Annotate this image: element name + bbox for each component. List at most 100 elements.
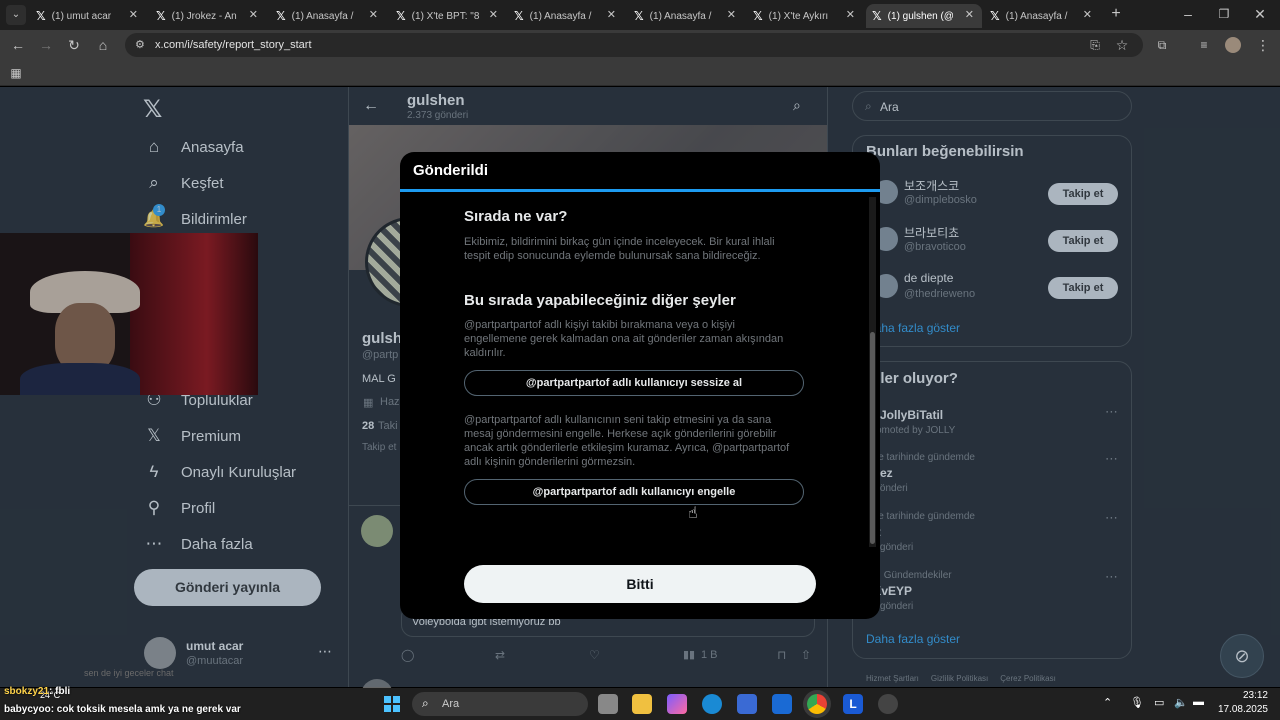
site-info-icon[interactable]: ⚙: [135, 33, 145, 57]
browser-tab[interactable]: 𝕏 (1) X'te BPT: "8 ✕: [390, 4, 506, 28]
x-favicon-icon: 𝕏: [156, 9, 166, 23]
dialog-title: Gönderildi: [413, 162, 488, 179]
battery-icon[interactable]: ▬: [1193, 696, 1204, 708]
mic-icon[interactable]: 🎙: [1130, 696, 1144, 709]
tab-close-icon[interactable]: ✕: [1083, 8, 1092, 21]
chat-line-2-text: : fbli: [49, 686, 71, 697]
menu-icon[interactable]: ⋮: [1253, 35, 1273, 55]
media-icon[interactable]: ≡: [1194, 35, 1214, 55]
bookmarks-bar: ▦: [0, 60, 1280, 86]
taskbar-search-placeholder: Ara: [442, 698, 460, 710]
minimize-icon[interactable]: –: [1178, 4, 1198, 24]
new-tab-icon[interactable]: +: [1106, 4, 1126, 24]
chrome-icon[interactable]: [807, 694, 827, 714]
taskbar-search-icon: ⌕: [422, 696, 429, 710]
browser-tab[interactable]: 𝕏 (1) Jrokez - An ✕: [150, 4, 266, 28]
webcam-overlay: [0, 233, 258, 395]
reload-icon[interactable]: ↻: [64, 35, 84, 55]
url-text: x.com/i/safety/report_story_start: [155, 39, 312, 51]
block-description: @partpartpartof adlı kullanıcının seni t…: [464, 414, 790, 468]
tab-close-icon[interactable]: ✕: [727, 8, 736, 21]
restore-icon[interactable]: ❐: [1214, 4, 1234, 24]
network-icon[interactable]: ▭: [1154, 696, 1164, 709]
tab-label: (1) Anasayfa /: [291, 10, 354, 22]
tray-chevron-icon[interactable]: ⌃: [1103, 696, 1112, 709]
browser-tab[interactable]: 𝕏 (1) Anasayfa / ✕: [628, 4, 744, 28]
x-favicon-icon: 𝕏: [872, 9, 882, 23]
extensions-icon[interactable]: ⧉: [1152, 35, 1172, 55]
report-submitted-dialog: Gönderildi Sırada ne var? Ekibimiz, bild…: [400, 152, 880, 619]
task-view-icon[interactable]: [598, 694, 618, 714]
chat-line-2: sbokzy21: fbli: [4, 686, 70, 697]
x-favicon-icon: 𝕏: [990, 9, 1000, 23]
webcam-shoulders: [20, 363, 140, 395]
dialog-scrollbar-thumb[interactable]: [870, 332, 875, 544]
browser-tab[interactable]: 𝕏 (1) Anasayfa / ✕: [270, 4, 386, 28]
chat-user-3: babycyoo: [4, 704, 51, 715]
tab-close-icon[interactable]: ✕: [607, 8, 616, 21]
l-app-icon[interactable]: L: [843, 694, 863, 714]
address-toolbar: ← → ↻ ⌂ ⚙ x.com/i/safety/report_story_st…: [0, 30, 1280, 60]
tab-label: (1) gulshen (@: [887, 10, 954, 22]
browser-tab[interactable]: 𝕏 (1) Anasayfa / ✕: [984, 4, 1100, 28]
x-favicon-icon: 𝕏: [514, 9, 524, 23]
whats-next-text: Ekibimiz, bildirimini birkaç gün içinde …: [464, 236, 775, 262]
copilot-icon[interactable]: [667, 694, 687, 714]
tab-close-icon[interactable]: ✕: [489, 8, 498, 21]
tab-close-icon[interactable]: ✕: [369, 8, 378, 21]
tab-label: (1) Anasayfa /: [1005, 10, 1068, 22]
browser-tab[interactable]: 𝕏 (1) Anasayfa / ✕: [508, 4, 624, 28]
block-user-button[interactable]: @partpartpartof adlı kullanıcıyı engelle: [464, 479, 804, 505]
install-app-icon[interactable]: ⎘: [1085, 35, 1105, 55]
mute-user-button[interactable]: @partpartpartof adlı kullanıcıyı sessize…: [464, 370, 804, 396]
mute-description: @partpartpartof adlı kişiyi takibi bırak…: [464, 319, 784, 359]
other-actions-heading: Bu sırada yapabileceğiniz diğer şeyler: [464, 292, 736, 309]
mouse-cursor-icon: ☝: [688, 505, 698, 522]
whats-next-heading: Sırada ne var?: [464, 208, 568, 225]
browser-tab[interactable]: 𝕏 (1) umut acar ✕: [30, 4, 146, 28]
x-favicon-icon: 𝕏: [634, 9, 644, 23]
back-icon[interactable]: ←: [8, 35, 28, 55]
chat-line-1: sen de iyi geceler chat: [4, 668, 174, 678]
file-explorer-icon[interactable]: [632, 694, 652, 714]
tab-close-icon[interactable]: ✕: [965, 8, 974, 21]
home-button-icon[interactable]: ⌂: [93, 35, 113, 55]
chat-user-2: sbokzy21: [4, 686, 50, 697]
tab-label: (1) X'te BPT: "8: [411, 10, 480, 22]
chat-line-3-text: : cok toksik mesela amk ya ne gerek var: [50, 704, 241, 715]
chat-line-1-text: sen de iyi geceler chat: [84, 668, 174, 678]
url-bar[interactable]: ⚙ x.com/i/safety/report_story_start: [125, 33, 1143, 57]
clock-date[interactable]: 17.08.2025: [1212, 704, 1268, 715]
outlook-icon[interactable]: [772, 694, 792, 714]
bookmark-star-icon[interactable]: ☆: [1112, 35, 1132, 55]
x-favicon-icon: 𝕏: [276, 9, 286, 23]
tab-label: (1) umut acar: [51, 10, 112, 22]
chat-line-3: babycyoo: cok toksik mesela amk ya ne ge…: [4, 704, 241, 715]
forward-icon[interactable]: →: [36, 35, 56, 55]
browser-tab[interactable]: 𝕏 (1) X'te Aykırı ✕: [747, 4, 863, 28]
tab-search-icon[interactable]: ⌄: [6, 5, 26, 25]
browser-tab[interactable]: 𝕏 (1) gulshen (@ ✕: [866, 4, 982, 28]
volume-icon[interactable]: 🔈: [1174, 696, 1188, 709]
profile-avatar[interactable]: [1225, 37, 1241, 53]
apps-grid-icon[interactable]: ▦: [6, 63, 26, 83]
x-favicon-icon: 𝕏: [753, 9, 763, 23]
clock-time[interactable]: 23:12: [1222, 690, 1268, 701]
tab-close-icon[interactable]: ✕: [129, 8, 138, 21]
webcam-background: [130, 233, 258, 395]
x-favicon-icon: 𝕏: [36, 9, 46, 23]
tab-close-icon[interactable]: ✕: [846, 8, 855, 21]
obs-icon[interactable]: [878, 694, 898, 714]
tab-close-icon[interactable]: ✕: [249, 8, 258, 21]
done-button[interactable]: Bitti: [464, 565, 816, 603]
tab-label: (1) Anasayfa /: [649, 10, 712, 22]
start-icon[interactable]: [384, 696, 400, 712]
tab-label: (1) Jrokez - An: [171, 10, 237, 22]
store-icon[interactable]: [737, 694, 757, 714]
close-window-icon[interactable]: ✕: [1250, 4, 1270, 24]
browser-tab-strip: ⌄ 𝕏 (1) umut acar ✕ 𝕏 (1) Jrokez - An ✕ 𝕏 (1) A…: [0, 0, 1280, 30]
taskbar-search[interactable]: ⌕ Ara: [412, 692, 588, 716]
edge-icon[interactable]: [702, 694, 722, 714]
tab-label: (1) X'te Aykırı: [768, 10, 829, 22]
x-favicon-icon: 𝕏: [396, 9, 406, 23]
